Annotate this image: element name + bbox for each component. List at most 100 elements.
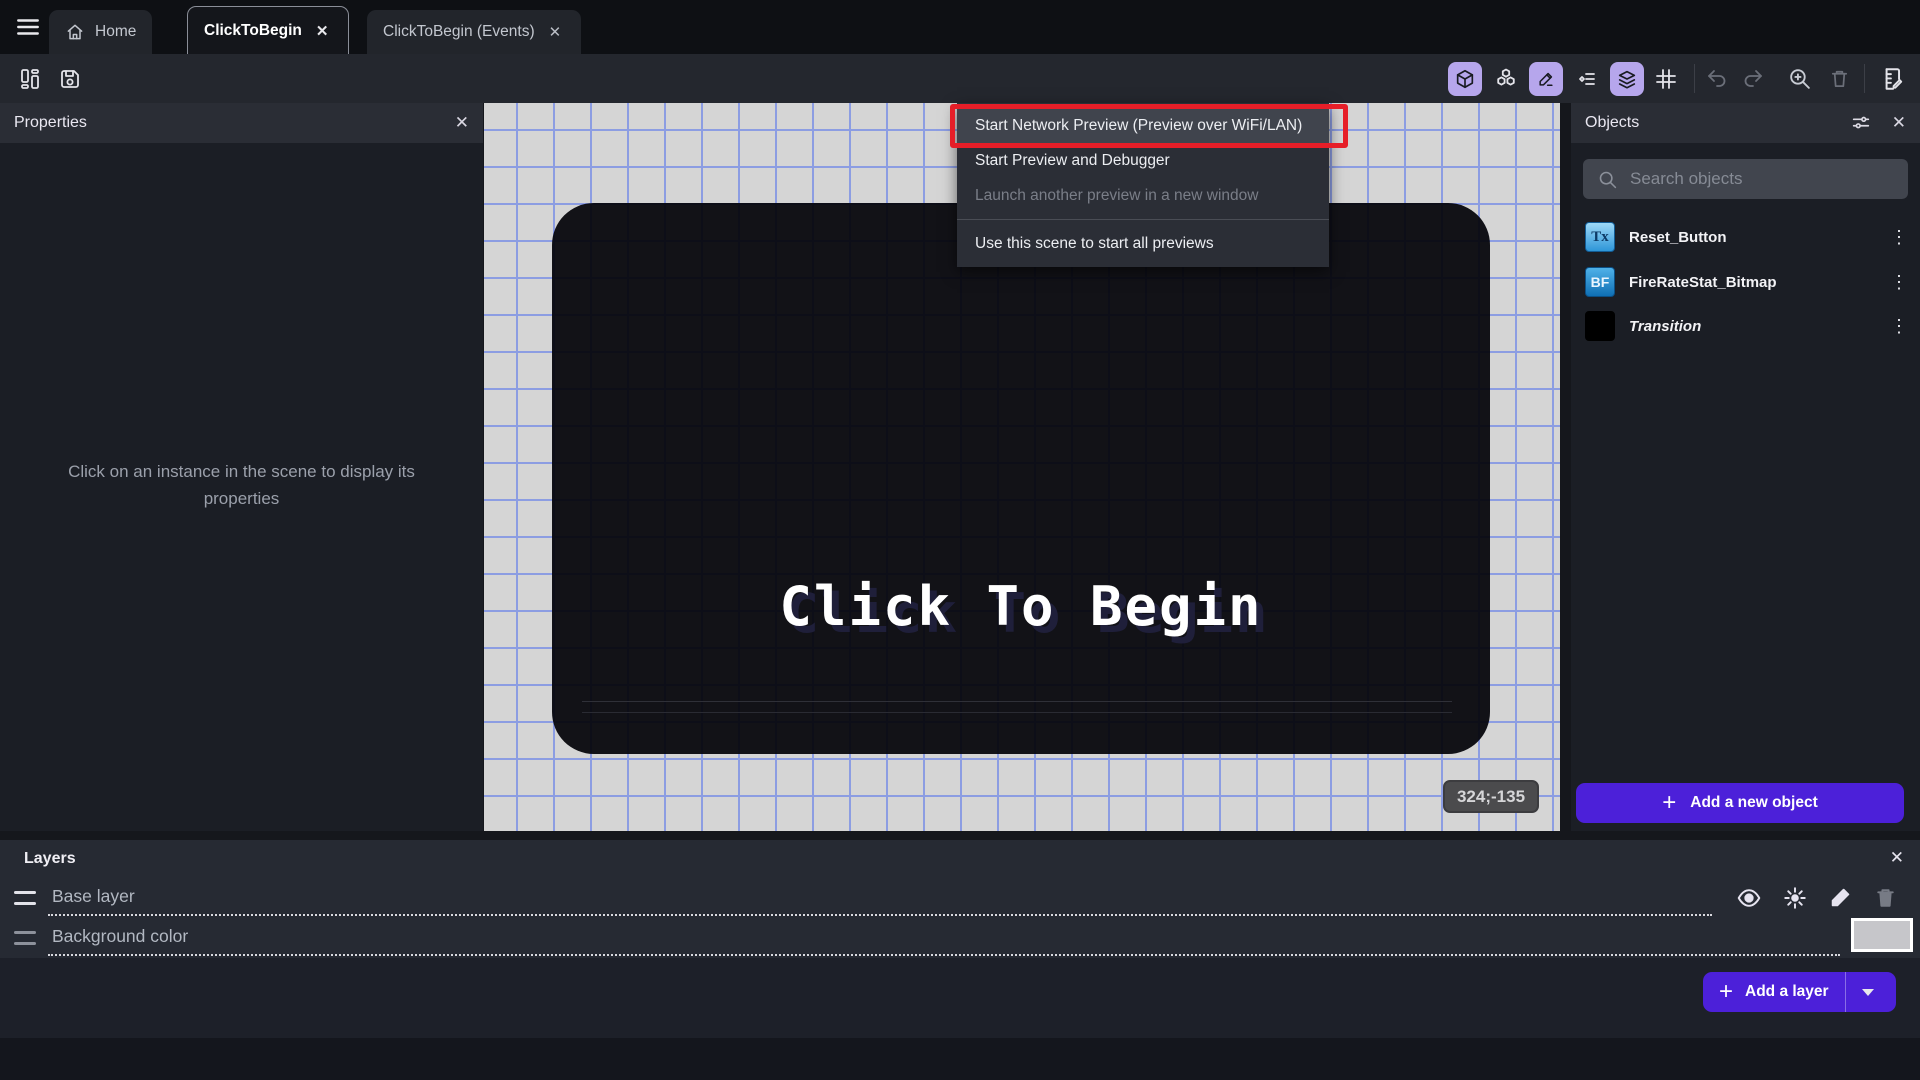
add-layer-button[interactable]: + Add a layer: [1703, 972, 1896, 1012]
menu-item-launch-new-window: Launch another preview in a new window: [975, 186, 1259, 204]
text-object-icon: Tx: [1585, 222, 1615, 252]
tab-events-editor[interactable]: ClickToBegin (Events) ✕: [367, 10, 582, 54]
cursor-coordinates-badge: 324;-135: [1443, 780, 1539, 813]
toggle-grid-button[interactable]: [1649, 54, 1683, 103]
plus-icon: +: [1662, 789, 1677, 816]
objects-panel-title: Objects: [1585, 114, 1640, 131]
properties-panel-header: Properties ✕: [0, 103, 483, 143]
object-list-icon: [1579, 72, 1595, 85]
scene-window-rect[interactable]: Click To Begin: [552, 203, 1490, 754]
add-new-object-label: Add a new object: [1690, 794, 1818, 811]
object-list-item[interactable]: Transition ⋮: [1571, 304, 1920, 348]
chevron-down-icon: [1862, 988, 1875, 996]
cube-icon: [1456, 69, 1474, 89]
redo-icon: [1744, 69, 1762, 87]
trash-icon: [1831, 70, 1847, 88]
filter-icon[interactable]: [1850, 112, 1872, 134]
tab-label: ClickToBegin (Events): [383, 23, 535, 40]
menu-item-start-network-preview[interactable]: Start Network Preview (Preview over WiFi…: [957, 108, 1329, 143]
drag-handle-icon[interactable]: [14, 891, 36, 905]
sprite-object-icon: [1585, 311, 1615, 341]
scene-faint-line: [582, 712, 1452, 713]
open-home-panel-button[interactable]: [12, 54, 48, 103]
background-color-swatch[interactable]: [1851, 918, 1913, 952]
zoom-in-icon: [1789, 69, 1810, 89]
add-layer-button-main[interactable]: + Add a layer: [1703, 972, 1845, 1012]
undo-button[interactable]: [1700, 54, 1734, 103]
toggle-objects-panel-button[interactable]: [1448, 62, 1482, 96]
save-button[interactable]: [52, 54, 88, 103]
undo-icon: [1708, 69, 1726, 87]
toggle-instances-panel-button[interactable]: [1489, 54, 1523, 103]
preview-options-menu: Start Network Preview (Preview over WiFi…: [950, 103, 1348, 267]
edit-sheet-icon: [1885, 67, 1903, 90]
redo-button[interactable]: [1736, 54, 1770, 103]
layer-name-underline: [48, 914, 1712, 916]
properties-panel: Properties ✕ Click on an instance in the…: [0, 103, 483, 831]
pencil-icon: [1539, 72, 1553, 86]
save-icon: [61, 69, 79, 88]
properties-panel-title: Properties: [14, 114, 87, 131]
tab-label: ClickToBegin: [204, 21, 302, 39]
pencil-icon[interactable]: [1828, 885, 1853, 910]
tab-home[interactable]: Home: [49, 10, 153, 54]
objects-search-box[interactable]: [1583, 159, 1908, 199]
hamburger-icon: [17, 19, 39, 35]
menu-item-use-scene-all-previews[interactable]: Use this scene to start all previews: [957, 226, 1329, 261]
object-name: Reset_Button: [1629, 228, 1727, 246]
grid-icon: [1656, 68, 1676, 89]
add-layer-label: Add a layer: [1745, 983, 1829, 1000]
add-new-object-button[interactable]: + Add a new object: [1576, 783, 1904, 823]
toggle-layers-panel-button[interactable]: [1610, 62, 1644, 96]
object-name: Transition: [1629, 317, 1702, 335]
object-list-item[interactable]: BF FireRateStat_Bitmap ⋮: [1571, 260, 1920, 304]
objects-panel: Objects ✕ Tx Reset_Button ⋮ BF FireRateS…: [1571, 103, 1920, 831]
layer-row-base[interactable]: Base layer: [0, 882, 1920, 916]
close-icon[interactable]: ✕: [545, 21, 566, 43]
trash-icon[interactable]: [1873, 885, 1898, 910]
object-name: FireRateStat_Bitmap: [1629, 273, 1777, 291]
add-layer-options-button[interactable]: [1844, 972, 1891, 1012]
close-icon[interactable]: ✕: [1890, 848, 1904, 868]
toolbar-separator: [1694, 64, 1695, 93]
plus-icon: +: [1719, 978, 1734, 1005]
stacked-cubes-icon: [1497, 68, 1515, 85]
main-menu-icon[interactable]: [12, 12, 44, 42]
toolbar: Preview Publish: [0, 54, 1920, 151]
eye-icon[interactable]: [1736, 885, 1762, 911]
layers-panel: Layers ✕ Base layer Background color: [0, 840, 1920, 958]
layers-icon: [1618, 70, 1636, 89]
layer-row-background-color[interactable]: Background color: [0, 918, 1920, 956]
tab-scene-editor[interactable]: ClickToBegin ✕: [187, 6, 350, 54]
effects-icon[interactable]: [1782, 885, 1808, 911]
kebab-menu-icon[interactable]: ⋮: [1890, 227, 1908, 248]
kebab-menu-icon[interactable]: ⋮: [1890, 272, 1908, 293]
layer-name-underline: [48, 954, 1840, 956]
bitmap-font-object-icon: BF: [1585, 267, 1615, 297]
objects-panel-header: Objects ✕: [1571, 103, 1920, 143]
toggle-properties-panel-button[interactable]: [1529, 62, 1563, 96]
menu-separator: [957, 219, 1329, 220]
scene-banner-text[interactable]: Click To Begin: [552, 575, 1490, 638]
drag-handle-icon[interactable]: [14, 931, 36, 945]
window-bottom-strip: [0, 1038, 1920, 1080]
properties-empty-message: Click on an instance in the scene to dis…: [68, 462, 415, 508]
object-list-item[interactable]: Tx Reset_Button ⋮: [1571, 215, 1920, 259]
menu-item-start-preview-debugger[interactable]: Start Preview and Debugger: [957, 143, 1329, 178]
layers-panel-title: Layers: [24, 850, 76, 867]
layer-name-field[interactable]: Background color: [52, 926, 188, 947]
tab-bar: Home ClickToBegin ✕ ClickToBegin (Events…: [0, 0, 1920, 54]
search-icon: [1599, 171, 1617, 188]
scene-faint-line: [582, 701, 1452, 702]
layer-name-field[interactable]: Base layer: [52, 886, 135, 907]
toggle-object-groups-button[interactable]: [1570, 54, 1604, 103]
close-icon[interactable]: ✕: [455, 113, 469, 133]
objects-search-input[interactable]: [1630, 169, 1894, 189]
kebab-menu-icon[interactable]: ⋮: [1890, 316, 1908, 337]
close-icon[interactable]: ✕: [1892, 113, 1906, 133]
close-icon[interactable]: ✕: [312, 20, 333, 42]
edit-scene-properties-button[interactable]: [1872, 54, 1912, 103]
zoom-button[interactable]: [1781, 54, 1817, 103]
toolbar-separator: [1864, 64, 1865, 93]
delete-button[interactable]: [1822, 54, 1856, 103]
